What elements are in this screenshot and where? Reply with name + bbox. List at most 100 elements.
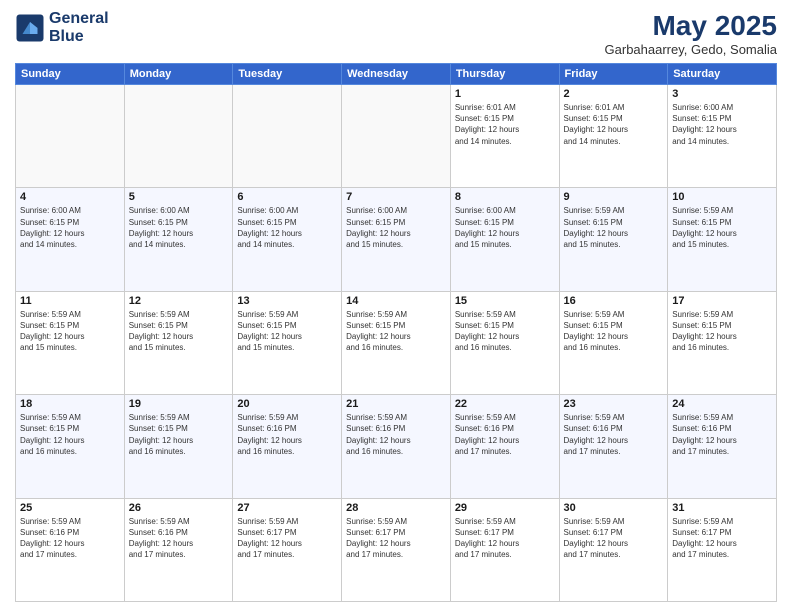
day-info: Sunrise: 5:59 AMSunset: 6:16 PMDaylight:… (346, 412, 446, 457)
day-header-friday: Friday (559, 64, 668, 85)
page: General Blue May 2025 Garbahaarrey, Gedo… (0, 0, 792, 612)
day-number: 5 (129, 191, 229, 203)
day-number: 15 (455, 295, 555, 307)
calendar-cell: 20 Sunrise: 5:59 AMSunset: 6:16 PMDayligh… (233, 395, 342, 498)
day-header-sunday: Sunday (16, 64, 125, 85)
calendar-cell: 8 Sunrise: 6:00 AMSunset: 6:15 PMDaylight… (450, 188, 559, 291)
day-info: Sunrise: 6:01 AMSunset: 6:15 PMDaylight:… (564, 102, 664, 147)
calendar-cell: 16 Sunrise: 5:59 AMSunset: 6:15 PMDayligh… (559, 291, 668, 394)
day-info: Sunrise: 6:00 AMSunset: 6:15 PMDaylight:… (237, 205, 337, 250)
day-info: Sunrise: 6:00 AMSunset: 6:15 PMDaylight:… (20, 205, 120, 250)
day-info: Sunrise: 5:59 AMSunset: 6:15 PMDaylight:… (129, 412, 229, 457)
calendar-week-2: 4 Sunrise: 6:00 AMSunset: 6:15 PMDaylight… (16, 188, 777, 291)
calendar-cell: 4 Sunrise: 6:00 AMSunset: 6:15 PMDaylight… (16, 188, 125, 291)
day-info: Sunrise: 5:59 AMSunset: 6:15 PMDaylight:… (20, 309, 120, 354)
header: General Blue May 2025 Garbahaarrey, Gedo… (15, 10, 777, 57)
day-number: 6 (237, 191, 337, 203)
day-number: 23 (564, 398, 664, 410)
day-number: 11 (20, 295, 120, 307)
day-info: Sunrise: 5:59 AMSunset: 6:17 PMDaylight:… (564, 516, 664, 561)
calendar-cell: 19 Sunrise: 5:59 AMSunset: 6:15 PMDayligh… (124, 395, 233, 498)
calendar-cell: 30Sunrise: 5:59 AMSunset: 6:17 PMDayligh… (559, 498, 668, 601)
calendar-cell: 3 Sunrise: 6:00 AMSunset: 6:15 PMDaylight… (668, 85, 777, 188)
day-info: Sunrise: 6:01 AMSunset: 6:15 PMDaylight:… (455, 102, 555, 147)
logo-text: General Blue (49, 10, 109, 45)
calendar-week-1: 1 Sunrise: 6:01 AMSunset: 6:15 PMDaylight… (16, 85, 777, 188)
day-number: 21 (346, 398, 446, 410)
day-number: 20 (237, 398, 337, 410)
calendar-cell: 22Sunrise: 5:59 AMSunset: 6:16 PMDayligh… (450, 395, 559, 498)
day-number: 9 (564, 191, 664, 203)
day-header-thursday: Thursday (450, 64, 559, 85)
day-number: 29 (455, 502, 555, 514)
location-subtitle: Garbahaarrey, Gedo, Somalia (605, 42, 777, 57)
day-info: Sunrise: 5:59 AMSunset: 6:15 PMDaylight:… (129, 309, 229, 354)
logo-line2: Blue (49, 28, 109, 46)
day-info: Sunrise: 5:59 AMSunset: 6:16 PMDaylight:… (455, 412, 555, 457)
day-info: Sunrise: 6:00 AMSunset: 6:15 PMDaylight:… (129, 205, 229, 250)
day-number: 25 (20, 502, 120, 514)
title-block: May 2025 Garbahaarrey, Gedo, Somalia (605, 10, 777, 57)
calendar-cell: 5 Sunrise: 6:00 AMSunset: 6:15 PMDaylight… (124, 188, 233, 291)
day-info: Sunrise: 5:59 AMSunset: 6:15 PMDaylight:… (564, 309, 664, 354)
logo: General Blue (15, 10, 109, 45)
calendar-cell: 17 Sunrise: 5:59 AMSunset: 6:15 PMDayligh… (668, 291, 777, 394)
day-info: Sunrise: 5:59 AMSunset: 6:16 PMDaylight:… (564, 412, 664, 457)
day-number: 28 (346, 502, 446, 514)
calendar-cell (233, 85, 342, 188)
day-number: 7 (346, 191, 446, 203)
day-info: Sunrise: 5:59 AMSunset: 6:15 PMDaylight:… (672, 309, 772, 354)
calendar-cell: 11 Sunrise: 5:59 AMSunset: 6:15 PMDayligh… (16, 291, 125, 394)
calendar-cell: 23 Sunrise: 5:59 AMSunset: 6:16 PMDayligh… (559, 395, 668, 498)
day-number: 19 (129, 398, 229, 410)
day-info: Sunrise: 5:59 AMSunset: 6:15 PMDaylight:… (346, 309, 446, 354)
day-number: 3 (672, 88, 772, 100)
calendar-cell: 29Sunrise: 5:59 AMSunset: 6:17 PMDayligh… (450, 498, 559, 601)
calendar-cell: 9 Sunrise: 5:59 AMSunset: 6:15 PMDaylight… (559, 188, 668, 291)
day-info: Sunrise: 5:59 AMSunset: 6:16 PMDaylight:… (20, 516, 120, 561)
calendar-cell (342, 85, 451, 188)
day-info: Sunrise: 6:00 AMSunset: 6:15 PMDaylight:… (455, 205, 555, 250)
calendar-week-5: 25 Sunrise: 5:59 AMSunset: 6:16 PMDayligh… (16, 498, 777, 601)
calendar-cell: 18Sunrise: 5:59 AMSunset: 6:15 PMDayligh… (16, 395, 125, 498)
calendar-week-4: 18Sunrise: 5:59 AMSunset: 6:15 PMDayligh… (16, 395, 777, 498)
day-number: 8 (455, 191, 555, 203)
day-info: Sunrise: 5:59 AMSunset: 6:15 PMDaylight:… (20, 412, 120, 457)
day-info: Sunrise: 5:59 AMSunset: 6:15 PMDaylight:… (455, 309, 555, 354)
day-header-monday: Monday (124, 64, 233, 85)
day-number: 31 (672, 502, 772, 514)
calendar-cell: 27Sunrise: 5:59 AMSunset: 6:17 PMDayligh… (233, 498, 342, 601)
day-info: Sunrise: 5:59 AMSunset: 6:16 PMDaylight:… (237, 412, 337, 457)
logo-icon (15, 13, 45, 43)
day-info: Sunrise: 5:59 AMSunset: 6:17 PMDaylight:… (237, 516, 337, 561)
day-number: 1 (455, 88, 555, 100)
day-number: 13 (237, 295, 337, 307)
day-info: Sunrise: 5:59 AMSunset: 6:15 PMDaylight:… (564, 205, 664, 250)
calendar-cell: 12 Sunrise: 5:59 AMSunset: 6:15 PMDayligh… (124, 291, 233, 394)
day-info: Sunrise: 6:00 AMSunset: 6:15 PMDaylight:… (672, 102, 772, 147)
calendar-cell: 15 Sunrise: 5:59 AMSunset: 6:15 PMDayligh… (450, 291, 559, 394)
day-number: 4 (20, 191, 120, 203)
header-row: SundayMondayTuesdayWednesdayThursdayFrid… (16, 64, 777, 85)
day-info: Sunrise: 6:00 AMSunset: 6:15 PMDaylight:… (346, 205, 446, 250)
day-number: 26 (129, 502, 229, 514)
calendar-cell: 2Sunrise: 6:01 AMSunset: 6:15 PMDaylight… (559, 85, 668, 188)
day-header-saturday: Saturday (668, 64, 777, 85)
calendar-cell: 24Sunrise: 5:59 AMSunset: 6:16 PMDayligh… (668, 395, 777, 498)
calendar-cell: 13 Sunrise: 5:59 AMSunset: 6:15 PMDayligh… (233, 291, 342, 394)
month-title: May 2025 (605, 10, 777, 42)
calendar-cell: 31Sunrise: 5:59 AMSunset: 6:17 PMDayligh… (668, 498, 777, 601)
calendar-cell: 26 Sunrise: 5:59 AMSunset: 6:16 PMDayligh… (124, 498, 233, 601)
day-number: 17 (672, 295, 772, 307)
calendar-table: SundayMondayTuesdayWednesdayThursdayFrid… (15, 63, 777, 602)
day-info: Sunrise: 5:59 AMSunset: 6:16 PMDaylight:… (129, 516, 229, 561)
calendar-cell: 10Sunrise: 5:59 AMSunset: 6:15 PMDayligh… (668, 188, 777, 291)
day-info: Sunrise: 5:59 AMSunset: 6:15 PMDaylight:… (237, 309, 337, 354)
calendar-cell: 7 Sunrise: 6:00 AMSunset: 6:15 PMDaylight… (342, 188, 451, 291)
calendar-cell (124, 85, 233, 188)
day-header-tuesday: Tuesday (233, 64, 342, 85)
calendar-cell: 21 Sunrise: 5:59 AMSunset: 6:16 PMDayligh… (342, 395, 451, 498)
calendar-cell (16, 85, 125, 188)
day-number: 12 (129, 295, 229, 307)
day-number: 16 (564, 295, 664, 307)
